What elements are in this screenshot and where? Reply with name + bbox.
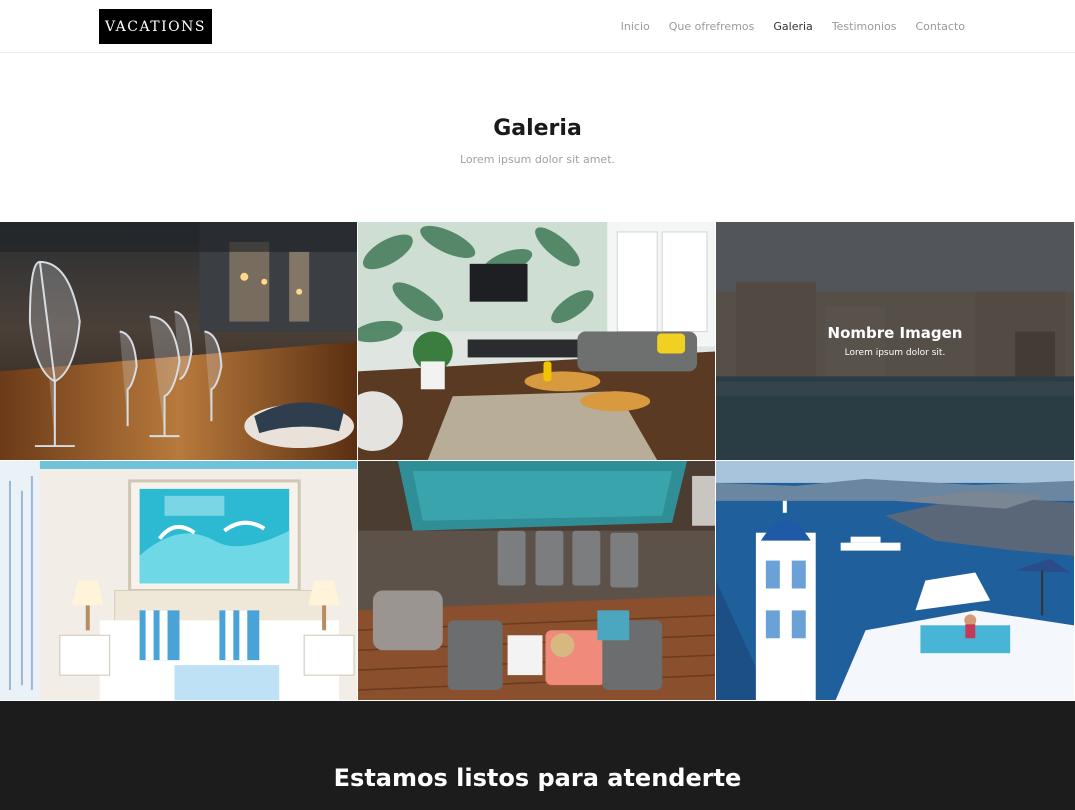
overlay-subtitle: Lorem ipsum dolor sit.: [844, 348, 946, 358]
section-title: Galeria: [493, 116, 582, 141]
gallery-image-living-room[interactable]: [358, 222, 716, 461]
nav-item-contacto[interactable]: Contacto: [915, 20, 965, 33]
overlay-title: Nombre Imagen: [827, 324, 963, 342]
navbar: VACATIONS Inicio Que ofrefremos Galeria …: [0, 0, 1075, 53]
nav-item-que-ofrecemos[interactable]: Que ofrefremos: [669, 20, 755, 33]
section-subtitle: Lorem ipsum dolor sit amet.: [459, 153, 616, 166]
nav-item-inicio[interactable]: Inicio: [621, 20, 650, 33]
gallery-image-restaurant[interactable]: [0, 222, 358, 461]
contact-cta-section: Estamos listos para atenderte: [0, 701, 1075, 810]
main-nav: Inicio Que ofrefremos Galeria Testimonio…: [621, 0, 965, 53]
logo[interactable]: VACATIONS: [99, 9, 212, 44]
bedroom-image: [0, 461, 357, 700]
image-overlay: Nombre Imagen Lorem ipsum dolor sit.: [716, 222, 1074, 460]
nav-item-testimonios[interactable]: Testimonios: [832, 20, 897, 33]
restaurant-image: [0, 222, 357, 460]
gallery-image-waterfront[interactable]: Nombre Imagen Lorem ipsum dolor sit.: [716, 222, 1075, 461]
gallery-image-bedroom[interactable]: [0, 461, 358, 701]
gallery-image-santorini[interactable]: [716, 461, 1075, 701]
nav-item-galeria[interactable]: Galeria: [773, 20, 812, 33]
gallery-grid: Nombre Imagen Lorem ipsum dolor sit.: [0, 222, 1075, 701]
pool-deck-image: [358, 461, 715, 700]
gallery-image-pool-deck[interactable]: [358, 461, 716, 701]
living-room-image: [358, 222, 715, 460]
santorini-image: [716, 461, 1074, 700]
cta-title: Estamos listos para atenderte: [333, 764, 742, 792]
